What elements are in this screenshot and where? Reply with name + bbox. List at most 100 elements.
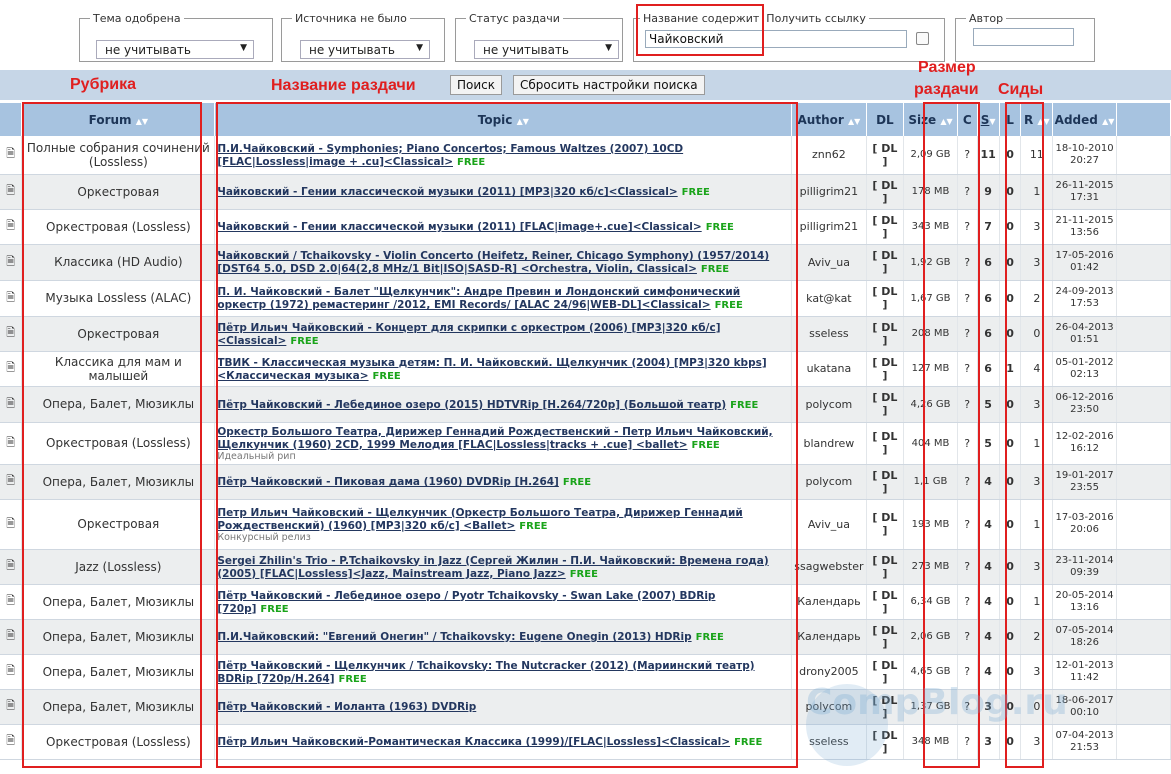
topic-link[interactable]: Пётр Чайковский - Иоланта (1963) DVDRip: [217, 701, 476, 713]
search-filters: Тема одобрена не учитывать ▼ Источника не…: [0, 0, 1171, 70]
author-cell[interactable]: Aviv_ua: [791, 244, 867, 281]
author-column-header[interactable]: Author ▲▼: [791, 103, 867, 136]
forum-cell[interactable]: Опера, Балет, Мюзиклы: [21, 386, 216, 423]
forum-cell[interactable]: Музыка Lossless (ALAC): [21, 280, 216, 317]
author-cell[interactable]: pilligrim21: [791, 209, 867, 245]
reset-search-button[interactable]: Сбросить настройки поиска: [513, 75, 705, 95]
free-badge: FREE: [714, 300, 743, 311]
c-cell: ?: [957, 619, 978, 655]
added-time: 11:42: [1070, 671, 1099, 683]
r-cell: 1: [1020, 584, 1054, 620]
download-link[interactable]: [ DL ]: [866, 136, 905, 175]
l-column-header[interactable]: L: [999, 103, 1022, 136]
topic-link[interactable]: Чайковский - Гении классической музыки (…: [217, 221, 701, 233]
forum-cell[interactable]: Оркестровая (Lossless): [21, 724, 216, 760]
author-header-label: Author: [797, 112, 844, 127]
author-cell[interactable]: Aviv_ua: [791, 499, 867, 550]
author-cell[interactable]: sseless: [791, 316, 867, 352]
size-column-header[interactable]: Size ▲▼: [903, 103, 958, 136]
download-link[interactable]: [ DL ]: [866, 174, 905, 210]
table-row: 🗎 Опера, Балет, Мюзиклы П.И.Чайковский: "Е…: [0, 619, 1171, 655]
topic-link[interactable]: Чайковский / Tchaikovsky - Violin Concer…: [217, 250, 769, 275]
author-cell[interactable]: ssagwebster: [791, 549, 867, 585]
topic-link[interactable]: Пётр Ильич Чайковский-Романтическая Клас…: [217, 736, 730, 748]
search-button[interactable]: Поиск: [450, 75, 503, 95]
topic-icon: 🗎: [0, 724, 23, 760]
table-row: 🗎 Оркестровая (Lossless) Оркестр Большого …: [0, 422, 1171, 465]
topic-icon: 🗎: [0, 386, 23, 423]
author-cell[interactable]: polycom: [791, 386, 867, 423]
topic-cell: П. И. Чайковский - Балет "Щелкунчик": Ан…: [214, 280, 793, 317]
author-cell[interactable]: kat@kat: [791, 280, 867, 317]
forum-cell[interactable]: Опера, Балет, Мюзиклы: [21, 619, 216, 655]
forum-cell[interactable]: Оркестровая: [21, 174, 216, 210]
added-column-header[interactable]: Added ▲▼: [1052, 103, 1117, 136]
forum-cell[interactable]: Опера, Балет, Мюзиклы: [21, 464, 216, 500]
download-link[interactable]: [ DL ]: [866, 386, 905, 423]
table-row: 🗎 Jazz (Lossless) Sergei Zhilin's Trio - P…: [0, 549, 1171, 585]
download-link[interactable]: [ DL ]: [866, 619, 905, 655]
download-link[interactable]: [ DL ]: [866, 499, 905, 550]
status-filter: Статус раздачи не учитывать ▼: [455, 12, 623, 62]
approved-select[interactable]: не учитывать ▼: [96, 40, 254, 59]
author-cell[interactable]: pilligrim21: [791, 174, 867, 210]
author-input[interactable]: [973, 28, 1074, 46]
topic-cell: ТВИК - Классическая музыка детям: П. И. …: [214, 351, 793, 387]
download-link[interactable]: [ DL ]: [866, 351, 905, 387]
extra-cell: [1116, 499, 1171, 550]
forum-cell[interactable]: Классика для мам и малышей: [21, 351, 216, 387]
forum-cell[interactable]: Классика (HD Audio): [21, 244, 216, 281]
forum-cell[interactable]: Полные собрания сочинений (Lossless): [21, 136, 216, 175]
forum-cell[interactable]: Оркестровая: [21, 499, 216, 550]
topic-column-header[interactable]: Topic ▲▼: [214, 103, 793, 136]
topic-link[interactable]: П.И.Чайковский - Symphonies; Piano Conce…: [217, 143, 683, 168]
forum-column-header[interactable]: Forum ▲▼: [21, 103, 216, 136]
forum-cell[interactable]: Оркестровая: [21, 316, 216, 352]
topic-icon: 🗎: [0, 209, 23, 245]
forum-cell[interactable]: Оркестровая (Lossless): [21, 209, 216, 245]
get-link-checkbox[interactable]: [916, 32, 929, 45]
author-cell[interactable]: znn62: [791, 136, 867, 175]
author-cell[interactable]: polycom: [791, 464, 867, 500]
topic-link[interactable]: Петр Ильич Чайковский - Щелкунчик (Оркес…: [217, 507, 742, 532]
topic-cell: П.И.Чайковский - Symphonies; Piano Conce…: [214, 136, 793, 175]
forum-cell[interactable]: Опера, Балет, Мюзиклы: [21, 654, 216, 690]
author-cell[interactable]: Календарь: [791, 619, 867, 655]
download-link[interactable]: [ DL ]: [866, 244, 905, 281]
no-source-select[interactable]: не учитывать ▼: [300, 40, 430, 59]
topic-link[interactable]: Пётр Чайковский - Лебединое озеро / Pyot…: [217, 590, 715, 615]
forum-cell[interactable]: Опера, Балет, Мюзиклы: [21, 689, 216, 725]
download-link[interactable]: [ DL ]: [866, 280, 905, 317]
topic-link[interactable]: П. И. Чайковский - Балет "Щелкунчик": Ан…: [217, 286, 740, 311]
topic-link[interactable]: Оркестр Большого Театра, Дирижер Геннади…: [217, 426, 772, 451]
r-column-header[interactable]: R ▲▼: [1020, 103, 1054, 136]
author-cell[interactable]: ukatana: [791, 351, 867, 387]
c-column-header[interactable]: C: [957, 103, 978, 136]
author-cell[interactable]: blandrew: [791, 422, 867, 465]
topic-link[interactable]: Чайковский - Гении классической музыки (…: [217, 186, 677, 198]
download-link[interactable]: [ DL ]: [866, 422, 905, 465]
added-time: 17:31: [1070, 191, 1099, 203]
download-link[interactable]: [ DL ]: [866, 316, 905, 352]
topic-link[interactable]: Пётр Чайковский - Пиковая дама (1960) DV…: [217, 476, 559, 488]
topic-link[interactable]: Пётр Чайковский - Лебединое озеро (2015)…: [217, 399, 726, 411]
title-search-input[interactable]: Чайковский: [645, 30, 907, 48]
s-column-header[interactable]: S▼: [977, 103, 1000, 136]
author-cell[interactable]: Календарь: [791, 584, 867, 620]
download-link[interactable]: [ DL ]: [866, 549, 905, 585]
forum-cell[interactable]: Опера, Балет, Мюзиклы: [21, 584, 216, 620]
forum-cell[interactable]: Оркестровая (Lossless): [21, 422, 216, 465]
topic-link[interactable]: ТВИК - Классическая музыка детям: П. И. …: [217, 357, 766, 382]
topic-link[interactable]: Sergei Zhilin's Trio - P.Tchaikovsky in …: [217, 555, 768, 580]
topic-link[interactable]: Пётр Чайковский - Щелкунчик / Tchaikovsk…: [217, 660, 754, 685]
free-badge: FREE: [691, 439, 720, 451]
topic-icon: 🗎: [0, 464, 23, 500]
download-link[interactable]: [ DL ]: [866, 584, 905, 620]
table-row: 🗎 Классика (HD Audio) Чайковский / Tchaiko…: [0, 244, 1171, 281]
added-cell: 07-05-2014 18:26: [1052, 619, 1117, 655]
download-link[interactable]: [ DL ]: [866, 464, 905, 500]
forum-cell[interactable]: Jazz (Lossless): [21, 549, 216, 585]
status-select[interactable]: не учитывать ▼: [474, 40, 619, 59]
topic-link[interactable]: П.И.Чайковский: "Евгений Онегин" / Tchai…: [217, 631, 691, 643]
download-link[interactable]: [ DL ]: [866, 209, 905, 245]
